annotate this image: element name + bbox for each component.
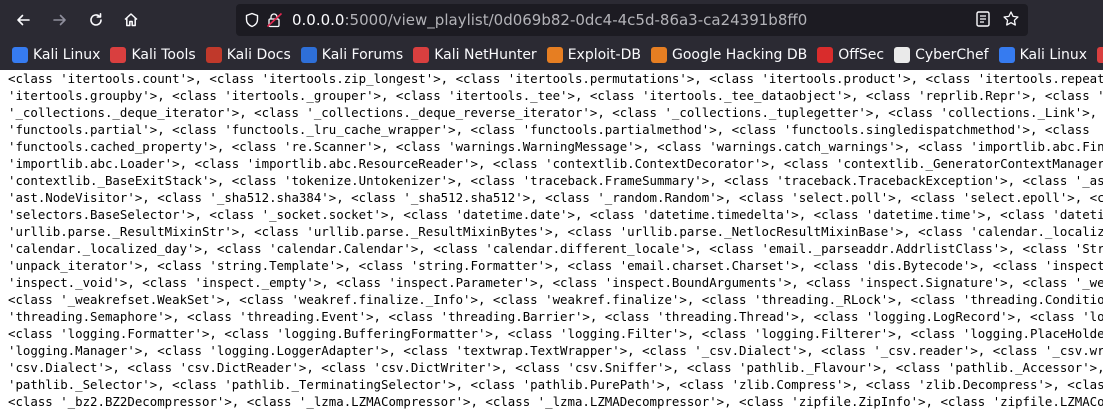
bookmark-label: Kali Linux: [1019, 47, 1088, 63]
reader-view-icon[interactable]: [974, 10, 992, 28]
home-button[interactable]: [116, 5, 146, 35]
address-bar[interactable]: 0.0.0.0:5000/view_playlist/0d069b82-0dc4…: [236, 4, 1028, 36]
home-icon: [124, 13, 138, 27]
text-line: '_collections._deque_iterator'>, <class …: [8, 105, 1103, 120]
bookmark-item[interactable]: Kali Forums: [297, 42, 409, 68]
bookmark-item[interactable]: Kali Linux: [0, 42, 106, 68]
text-line: <class 'itertools.count'>, <class 'itert…: [8, 71, 1103, 86]
bookmark-item[interactable]: CyberChef: [890, 42, 995, 68]
offsec-icon: [817, 47, 834, 63]
text-line: 'threading.Semaphore'>, <class 'threadin…: [8, 309, 1103, 324]
bookmark-label: CyberChef: [915, 47, 989, 63]
bookmark-label: Kali Docs: [226, 47, 291, 63]
bookmark-label: Kali NetHunter: [434, 47, 537, 63]
bookmark-item[interactable]: Kali: [1093, 42, 1103, 68]
text-line: 'logging.Manager'>, <class 'logging.Logg…: [8, 343, 1103, 358]
text-line: 'ast.NodeVisitor'>, <class '_sha512.sha3…: [8, 190, 1103, 205]
bookmark-label: OffSec: [838, 47, 885, 63]
forward-arrow-icon: [53, 14, 66, 26]
kali-docs-icon: [205, 47, 222, 63]
bookmark-item[interactable]: Kali Tools: [106, 42, 201, 68]
kali-dragon-icon: [12, 47, 28, 63]
bookmark-label: Kali Forums: [321, 47, 404, 63]
text-line: 'csv.Dialect'>, <class 'csv.DictReader'>…: [8, 360, 1103, 375]
bookmark-star-icon[interactable]: [1002, 10, 1020, 28]
text-line: <class '_bz2.BZ2Decompressor'>, <class '…: [8, 394, 1103, 409]
bookmarks-toolbar: Kali Linux Kali Tools Kali Docs Kali Forums…: [0, 40, 1103, 70]
exploit-db-icon: [546, 47, 563, 63]
bookmark-label: Exploit-DB: [567, 47, 641, 63]
reload-button[interactable]: [81, 5, 111, 35]
bookmark-item[interactable]: Exploit-DB: [543, 42, 647, 68]
text-line: 'calendar._localized_day'>, <class 'cale…: [8, 241, 1103, 256]
text-line: 'itertools.groupby'>, <class 'itertools.…: [8, 88, 1103, 103]
bookmark-item[interactable]: Google Hacking DB: [647, 42, 813, 68]
url-text[interactable]: 0.0.0.0:5000/view_playlist/0d069b82-0dc4…: [292, 11, 807, 29]
shield-icon[interactable]: [244, 12, 260, 28]
forward-button[interactable]: [45, 5, 75, 35]
text-line: 'importlib.abc.Loader'>, <class 'importl…: [8, 156, 1103, 171]
bookmark-item[interactable]: Kali Linux: [995, 42, 1093, 68]
url-host: 0.0.0.0: [292, 11, 345, 29]
kali-tools-icon: [110, 47, 127, 63]
bookmark-label: Kali Tools: [131, 47, 196, 63]
text-line: 'selectors.BaseSelector'>, <class '_sock…: [8, 207, 1103, 222]
text-line: <class 'logging.Formatter'>, <class 'log…: [8, 326, 1103, 341]
kali-forums-icon: [300, 47, 317, 63]
text-line: 'functools.partial'>, <class 'functools.…: [8, 122, 1090, 137]
bookmark-item[interactable]: Kali Docs: [202, 42, 297, 68]
bookmark-item[interactable]: Kali NetHunter: [409, 42, 542, 68]
text-line: 'inspect._void'>, <class 'inspect._empty…: [8, 275, 1103, 290]
kali-tools-icon: [1097, 47, 1103, 63]
cyberchef-icon: [894, 47, 911, 63]
nethunter-icon: [413, 47, 430, 63]
bookmark-label: Google Hacking DB: [671, 47, 808, 63]
reload-icon: [90, 13, 102, 26]
text-line: 'unpack_iterator'>, <class 'string.Templ…: [8, 258, 1103, 273]
kali-dragon-icon: [998, 47, 1015, 63]
back-arrow-icon: [17, 14, 30, 26]
url-path: :5000/view_playlist/0d069b82-0dc4-4c5d-8…: [344, 11, 808, 29]
text-line: 'contextlib._BaseExitStack'>, <class 'to…: [8, 173, 1103, 188]
back-button[interactable]: [8, 5, 38, 35]
text-line: <class '_weakrefset.WeakSet'>, <class 'w…: [8, 292, 1103, 307]
bookmark-item[interactable]: OffSec: [813, 42, 890, 68]
navigation-toolbar: 0.0.0.0:5000/view_playlist/0d069b82-0dc4…: [0, 0, 1103, 40]
bookmark-label: Kali Linux: [33, 47, 101, 63]
text-line: 'pathlib._Selector'>, <class 'pathlib._T…: [8, 377, 1103, 392]
text-line: 'urllib.parse._ResultMixinStr'>, <class …: [8, 224, 1103, 239]
insecure-lock-icon[interactable]: [266, 12, 284, 28]
text-line: 'functools.cached_property'>, <class 're…: [8, 139, 1103, 154]
ghdb-icon: [650, 47, 667, 63]
page-content: <class 'itertools.count'>, <class 'itert…: [0, 70, 1103, 411]
